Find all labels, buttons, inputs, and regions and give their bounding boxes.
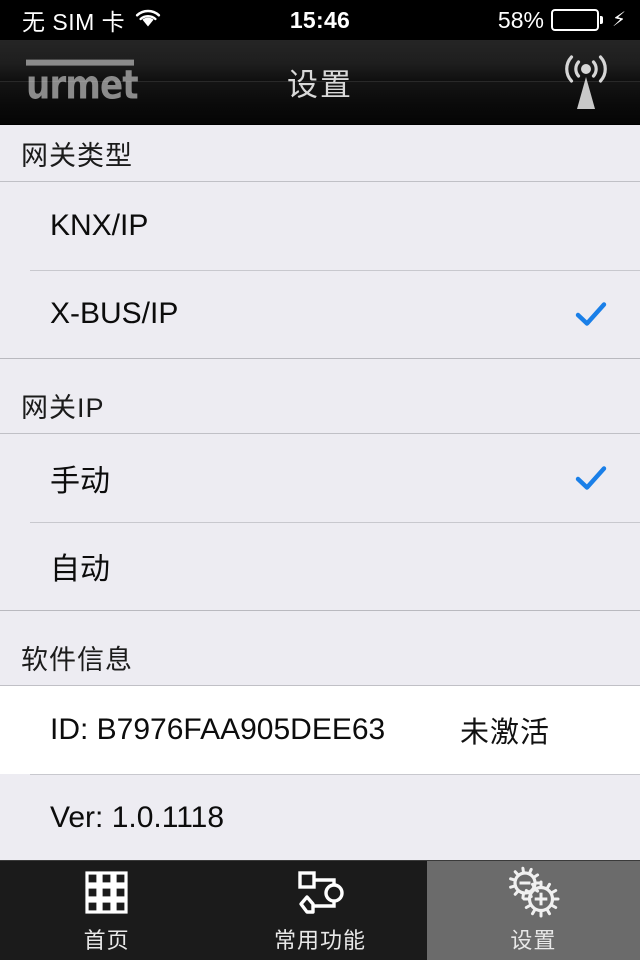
grid-icon <box>81 867 133 919</box>
tab-grid[interactable]: 首页 <box>0 861 214 960</box>
section-gap <box>0 359 640 377</box>
section-header-label: 软件信息 <box>21 644 133 675</box>
status-bar-right: 58% ⚡ <box>498 0 626 40</box>
navigation-bar: urmet 设置 <box>0 40 640 125</box>
settings-list[interactable]: 网关类型 KNX/IP X-BUS/IP 网关IP 手动自动软件信息 ID: B7976F… <box>0 125 640 860</box>
list-item-label: ID: B7976FAA905DEE63 <box>50 713 386 746</box>
list-item[interactable]: X-BUS/IP <box>0 270 640 358</box>
section-header: 软件信息 <box>0 629 640 686</box>
list-item[interactable]: KNX/IP <box>0 182 640 270</box>
section-gap <box>0 611 640 629</box>
list-item-label: X-BUS/IP <box>50 297 179 330</box>
section-header-label: 网关IP <box>21 392 105 423</box>
gears-icon <box>504 866 562 919</box>
tab-gears[interactable]: 设置 <box>426 861 640 960</box>
status-bar: 无 SIM 卡 15:46 58% ⚡ <box>0 0 640 40</box>
checkmark-icon <box>574 461 608 495</box>
list-item[interactable]: 手动 <box>0 434 640 522</box>
list-item-label: 手动 <box>50 465 110 498</box>
checkmark-icon <box>574 297 608 331</box>
status-badge: 未激活 <box>459 717 550 749</box>
battery-percent-label: 58% <box>497 6 544 33</box>
section-header-label: 网关类型 <box>21 140 133 171</box>
page-title: 设置 <box>287 67 353 103</box>
tab-flowchart[interactable]: 常用功能 <box>213 861 427 960</box>
section-header: 网关IP <box>0 377 640 434</box>
lightning-bolt-icon: ⚡ <box>611 9 626 31</box>
tab-label: 首页 <box>83 927 130 953</box>
flowchart-icon <box>293 867 347 919</box>
tab-label: 常用功能 <box>273 927 366 953</box>
antenna-broadcast-icon[interactable] <box>556 51 616 113</box>
tab-bar[interactable]: 首页 常用功能 设置 <box>0 860 640 960</box>
list-item-label: KNX/IP <box>50 209 149 242</box>
list-item-label: Ver: 1.0.1118 <box>50 801 225 834</box>
tab-label: 设置 <box>510 927 557 953</box>
battery-icon <box>550 9 603 31</box>
list-item[interactable]: 自动 <box>0 522 640 610</box>
section-header: 网关类型 <box>0 125 640 182</box>
list-item[interactable]: Ver: 1.0.1118 <box>0 774 640 860</box>
list-item-label: 自动 <box>50 553 110 586</box>
list-item[interactable]: ID: B7976FAA905DEE63 未激活 <box>0 686 640 774</box>
